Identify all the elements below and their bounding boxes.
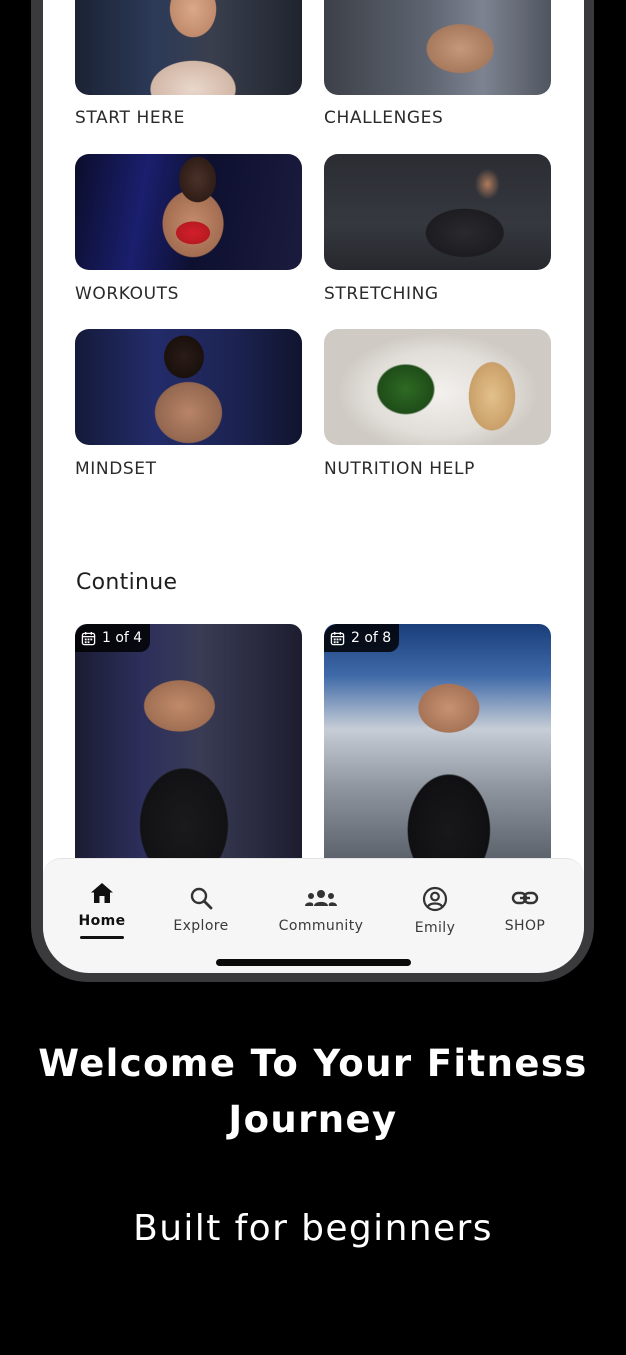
- tab-label-explore: Explore: [173, 918, 229, 934]
- tab-label-emily: Emily: [414, 920, 456, 936]
- home-indicator-bar: [216, 959, 411, 966]
- community-icon: [305, 890, 337, 906]
- tab-explore[interactable]: Explore: [153, 886, 249, 934]
- category-label-start-here: START HERE: [75, 108, 185, 128]
- calendar-icon: [330, 631, 345, 645]
- category-label-nutrition-help: NUTRITION HELP: [324, 459, 475, 479]
- category-tile-workouts[interactable]: [75, 154, 302, 270]
- continue-section-title: Continue: [76, 570, 178, 595]
- search-icon: [190, 887, 213, 910]
- category-tile-stretching[interactable]: [324, 154, 551, 270]
- bottom-tab-bar: Home Explore Community Emily SHOP: [43, 858, 584, 973]
- tab-label-community: Community: [278, 918, 364, 934]
- promo-title: Welcome To Your Fitness Journey: [0, 1036, 626, 1148]
- progress-badge: 1 of 4: [75, 624, 151, 652]
- tab-label-shop: SHOP: [504, 918, 546, 934]
- promo-subtitle: Built for beginners: [133, 1208, 493, 1249]
- category-label-challenges: CHALLENGES: [324, 108, 444, 128]
- progress-badge: 2 of 8: [324, 624, 400, 652]
- category-tile-mindset[interactable]: [75, 329, 302, 445]
- continue-card-1[interactable]: 1 of 4: [75, 624, 302, 858]
- category-label-mindset: MINDSET: [75, 459, 157, 479]
- tab-home[interactable]: Home: [54, 881, 150, 939]
- continue-card-2[interactable]: 2 of 8: [324, 624, 551, 858]
- category-label-stretching: STRETCHING: [324, 284, 439, 304]
- tab-label-home: Home: [78, 913, 126, 929]
- calendar-icon: [81, 631, 96, 645]
- tab-shop[interactable]: SHOP: [477, 886, 573, 934]
- category-tile-nutrition-help[interactable]: [324, 329, 551, 445]
- tab-emily[interactable]: Emily: [387, 886, 483, 936]
- progress-text: 2 of 8: [351, 630, 392, 646]
- active-tab-indicator: [80, 936, 124, 939]
- category-tile-challenges[interactable]: [324, 0, 551, 95]
- category-label-workouts: WORKOUTS: [75, 284, 180, 304]
- promo-title-line-2: Journey: [228, 1098, 398, 1141]
- tab-community[interactable]: Community: [273, 886, 369, 934]
- promo-title-line-1: Welcome To Your Fitness: [38, 1042, 588, 1085]
- link-icon: [511, 891, 539, 905]
- home-icon: [91, 883, 113, 903]
- profile-icon: [422, 886, 448, 912]
- progress-text: 1 of 4: [102, 630, 143, 646]
- category-tile-start-here[interactable]: [75, 0, 302, 95]
